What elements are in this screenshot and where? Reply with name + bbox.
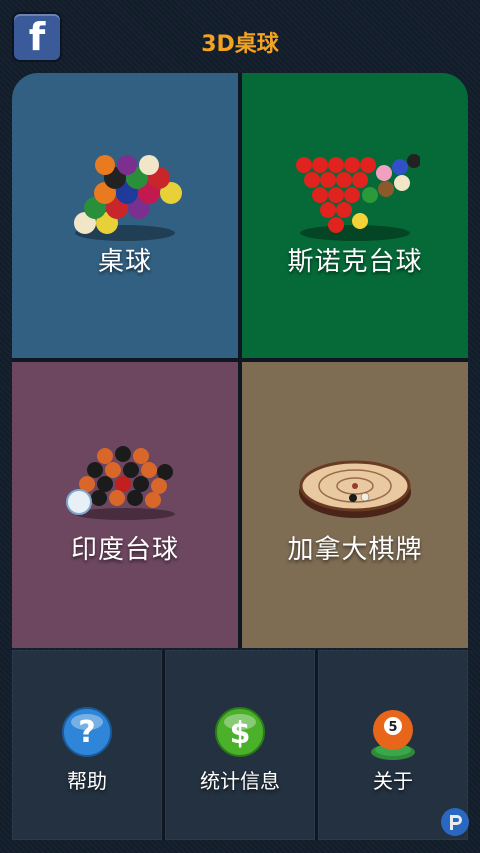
pool-balls-rack-icon: [74, 155, 182, 241]
stats-glyph: $: [230, 716, 251, 751]
tile-snooker[interactable]: 斯诺克台球: [242, 73, 468, 358]
carrom-pieces-icon: [66, 446, 175, 520]
top-bar: f 3D桌球: [0, 0, 480, 70]
tile-pool-label: 桌球: [97, 247, 152, 277]
stats-label: 统计信息: [200, 769, 280, 793]
watermark-p-icon: [441, 808, 469, 836]
about-glyph: 5: [388, 720, 397, 735]
game-mode-grid: 桌球 斯诺克台球 印度台球 加拿大棋牌: [12, 73, 468, 648]
tile-carrom[interactable]: 印度台球: [12, 362, 238, 648]
snooker-balls-rack-icon: [296, 154, 420, 241]
help-label: 帮助: [67, 769, 107, 793]
tile-carrom-label: 印度台球: [70, 535, 179, 565]
watermark-logo: [440, 807, 470, 837]
help-button[interactable]: ? 帮助: [12, 650, 162, 840]
bottom-menu: ? 帮助 $ 统计信息 5 关于: [12, 650, 468, 840]
about-label: 关于: [373, 769, 413, 793]
dollar-stats-icon: $: [215, 707, 265, 757]
help-question-icon: ?: [62, 707, 112, 757]
stats-button[interactable]: $ 统计信息: [165, 650, 315, 840]
ball-five-icon: 5: [371, 710, 415, 760]
tile-pool[interactable]: 桌球: [12, 73, 238, 358]
app-title: 3D桌球: [201, 32, 279, 57]
crokinole-board-icon: [299, 460, 411, 518]
tile-crokinole[interactable]: 加拿大棋牌: [242, 362, 468, 648]
tile-crokinole-label: 加拿大棋牌: [287, 535, 423, 565]
help-glyph: ?: [78, 715, 95, 750]
tile-snooker-label: 斯诺克台球: [287, 247, 423, 277]
